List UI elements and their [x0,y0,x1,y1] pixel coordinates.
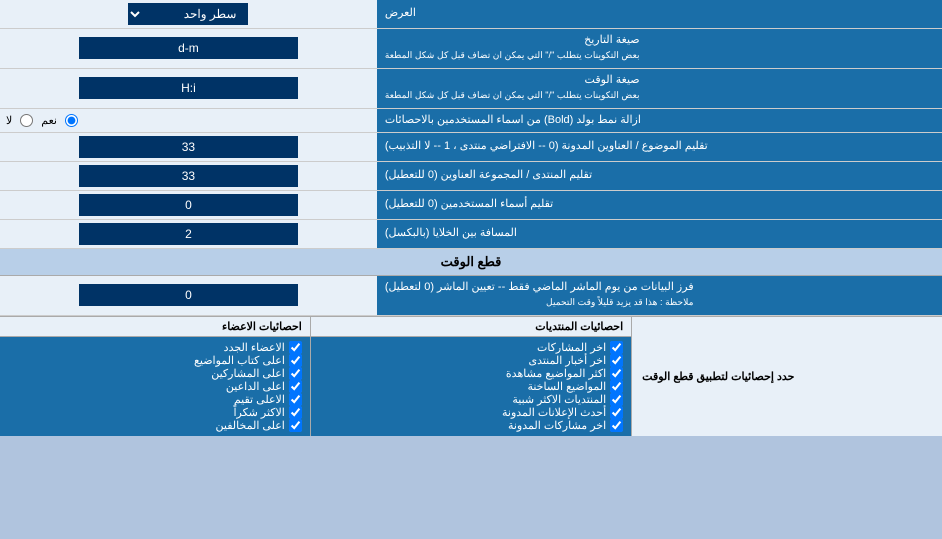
cb-top-rated[interactable] [289,393,302,406]
list-item: المنتديات الاكثر شبية [319,393,623,406]
cell-spacing-input-cell [0,220,377,248]
trim-forum-row: تقليم المنتدى / المجموعة العناوين (0 للت… [0,162,942,191]
time-format-input[interactable] [79,77,298,99]
display-row: العرض سطر واحدسطرينثلاثة أسطر [0,0,942,29]
col2-items: الاعضاء الجدد اعلى كتاب المواضيع اعلى ال… [0,337,310,436]
time-format-row: صيغة الوقتبعض التكوينات يتطلب "/" التي ي… [0,69,942,109]
list-item: اخر مشاركات المدونة [319,419,623,432]
list-item: اعلى الداعين [8,380,302,393]
trim-forum-input[interactable] [79,165,298,187]
list-item: الاكثر شكراً [8,406,302,419]
list-item: اكثر المواضيع مشاهدة [319,367,623,380]
list-item: اخر أخبار المنتدى [319,354,623,367]
cb-top-violators[interactable] [289,419,302,432]
col2-header: احصائيات الاعضاء [0,317,310,337]
list-item: أحدث الإعلانات المدونة [319,406,623,419]
trim-subject-row: تقليم الموضوع / العناوين المدونة (0 -- ا… [0,133,942,162]
cb-top-authors[interactable] [289,354,302,367]
list-item: اعلى المخالفين [8,419,302,432]
display-input-cell: سطر واحدسطرينثلاثة أسطر [0,0,377,28]
cb-top-callers[interactable] [289,380,302,393]
trim-users-label: تقليم أسماء المستخدمين (0 للتعطيل) [377,191,942,219]
limit-label: حدد إحصائيات لتطبيق قطع الوقت [631,317,942,436]
bold-no-radio[interactable] [20,114,33,127]
time-format-label: صيغة الوقتبعض التكوينات يتطلب "/" التي ي… [377,69,942,108]
cell-spacing-row: المسافة بين الخلايا (بالبكسل) [0,220,942,249]
cb-last-news[interactable] [610,354,623,367]
trim-forum-input-cell [0,162,377,190]
date-format-label: صيغة التاريخبعض التكوينات يتطلب "/" التي… [377,29,942,68]
bold-yes-radio[interactable] [65,114,78,127]
trim-subject-input-cell [0,133,377,161]
cutoff-input[interactable] [79,284,298,306]
trim-users-input-cell [0,191,377,219]
list-item: اعلى المشاركين [8,367,302,380]
cutoff-input-cell [0,276,377,315]
cell-spacing-input[interactable] [79,223,298,245]
cb-most-thanked[interactable] [289,406,302,419]
cell-spacing-label: المسافة بين الخلايا (بالبكسل) [377,220,942,248]
col1-section: احصائيات المنتديات اخر المشاركات اخر أخب… [311,317,631,436]
trim-subject-label: تقليم الموضوع / العناوين المدونة (0 -- ا… [377,133,942,161]
cutoff-row: فرز البيانات من يوم الماشر الماضي فقط --… [0,276,942,316]
bold-radio-group: نعم لا [6,114,78,127]
checkbox-section-wrapper: حدد إحصائيات لتطبيق قطع الوقت احصائيات ا… [0,316,942,436]
trim-users-row: تقليم أسماء المستخدمين (0 للتعطيل) [0,191,942,220]
display-select[interactable]: سطر واحدسطرينثلاثة أسطر [128,3,248,25]
trim-subject-input[interactable] [79,136,298,158]
date-format-input-cell [0,29,377,68]
cb-latest-announce[interactable] [610,406,623,419]
bold-remove-input-cell: نعم لا [0,109,377,132]
col1-items: اخر المشاركات اخر أخبار المنتدى اكثر الم… [311,337,631,436]
date-format-input[interactable] [79,37,298,59]
bold-remove-label: ازالة نمط بولد (Bold) من اسماء المستخدمي… [377,109,942,132]
trim-users-input[interactable] [79,194,298,216]
time-format-input-cell [0,69,377,108]
date-format-row: صيغة التاريخبعض التكوينات يتطلب "/" التي… [0,29,942,69]
cb-top-posters[interactable] [289,367,302,380]
cb-new-members[interactable] [289,341,302,354]
list-item: اعلى كتاب المواضيع [8,354,302,367]
display-label: العرض [377,0,942,28]
cb-last-posts[interactable] [610,341,623,354]
list-item: اخر المشاركات [319,341,623,354]
bold-remove-row: ازالة نمط بولد (Bold) من اسماء المستخدمي… [0,109,942,133]
cb-most-viewed[interactable] [610,367,623,380]
cb-blog-posts[interactable] [610,419,623,432]
list-item: المواضيع الساخنة [319,380,623,393]
list-item: الاعلى تقيم [8,393,302,406]
col2-section: احصائيات الاعضاء الاعضاء الجدد اعلى كتاب… [0,317,311,436]
cb-hot-topics[interactable] [610,380,623,393]
cutoff-section-header: قطع الوقت [0,249,942,276]
cutoff-label: فرز البيانات من يوم الماشر الماضي فقط --… [377,276,942,315]
cb-similar-forums[interactable] [610,393,623,406]
list-item: الاعضاء الجدد [8,341,302,354]
col1-header: احصائيات المنتديات [311,317,631,337]
trim-forum-label: تقليم المنتدى / المجموعة العناوين (0 للت… [377,162,942,190]
